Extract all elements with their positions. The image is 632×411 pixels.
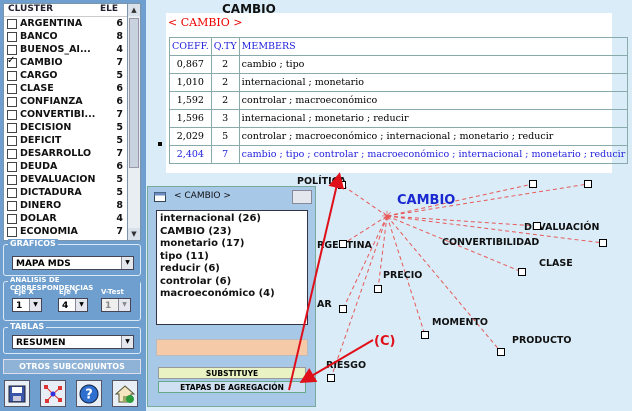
annotation-arrow-left bbox=[299, 339, 374, 384]
annotation-arrows: (C) bbox=[288, 172, 395, 391]
annotation-arrow-up bbox=[288, 172, 345, 391]
annotation-label: (C) bbox=[374, 334, 395, 349]
